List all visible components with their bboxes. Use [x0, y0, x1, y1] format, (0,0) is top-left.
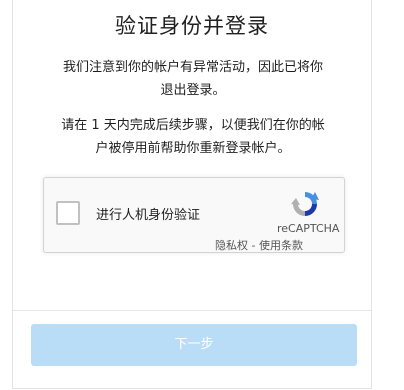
- activity-message: 我们注意到你的帐户有异常活动，因此已将你 退出登录。: [29, 56, 357, 102]
- activity-message-line-2: 退出登录。: [160, 83, 226, 98]
- next-button[interactable]: 下一步: [31, 324, 357, 366]
- footer-divider: [13, 310, 371, 311]
- verification-card: 验证身份并登录 我们注意到你的帐户有异常活动，因此已将你 退出登录。 请在 1 …: [12, 0, 372, 389]
- recaptcha-label: 进行人机身份验证: [96, 208, 201, 223]
- terms-link[interactable]: 使用条款: [259, 239, 303, 252]
- activity-message-line-1: 我们注意到你的帐户有异常活动，因此已将你: [62, 60, 323, 75]
- instruction-message: 请在 1 天内完成后续步骤，以便我们在你的帐 户被停用前帮助你重新登录帐户。: [29, 114, 357, 160]
- instruction-message-line-2: 户被停用前帮助你重新登录帐户。: [95, 141, 291, 156]
- recaptcha-checkbox[interactable]: [56, 201, 80, 225]
- page-title: 验证身份并登录: [115, 14, 269, 38]
- recaptcha-brand-text: reCAPTCHA: [277, 222, 340, 235]
- recaptcha-widget: 进行人机身份验证 reCAPTCHA 隐私权 - 使用条款: [43, 177, 345, 253]
- privacy-link[interactable]: 隐私权: [215, 239, 248, 252]
- link-separator: -: [248, 239, 259, 252]
- recaptcha-links: 隐私权 - 使用条款: [215, 237, 303, 253]
- instruction-message-line-1: 请在 1 天内完成后续步骤，以便我们在你的帐: [61, 118, 325, 133]
- recaptcha-logo-icon: [291, 192, 319, 216]
